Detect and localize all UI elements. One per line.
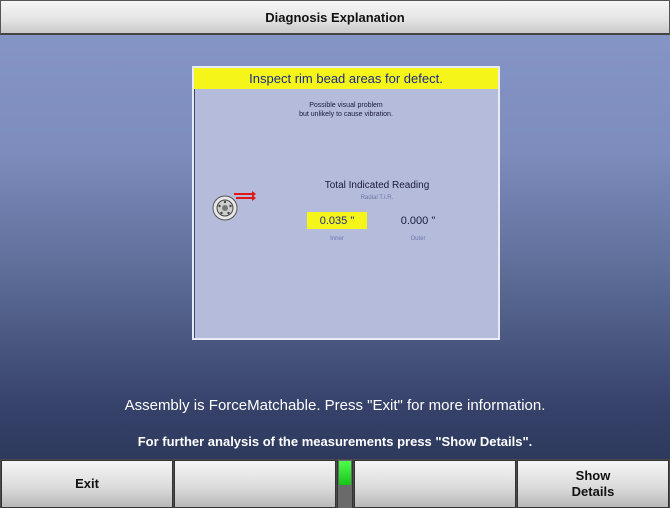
green-status-light-icon: [339, 461, 351, 485]
reading-title: Total Indicated Reading: [324, 180, 430, 191]
instruction-message: For further analysis of the measurements…: [137, 434, 533, 449]
inner-label: Inner: [330, 236, 344, 242]
outer-label: Outer: [410, 236, 426, 242]
subtext-line-2: but unlikely to cause vibration.: [299, 111, 393, 118]
diagnosis-subtext: Possible visual problem but unlikely to …: [194, 101, 498, 119]
softkey-3-button[interactable]: [354, 460, 516, 508]
diagnosis-panel: Inspect rim bead areas for defect. Possi…: [192, 66, 500, 340]
show-details-line-1: Show: [575, 468, 611, 483]
softkey-bar: Exit Show Details: [0, 459, 670, 508]
status-indicator: [337, 460, 353, 508]
inner-reading-value: 0.035 ": [307, 212, 367, 229]
show-details-line-2: Details: [571, 484, 615, 499]
subtext-line-1: Possible visual problem: [309, 102, 383, 109]
exit-button[interactable]: Exit: [1, 460, 173, 508]
window-title: Diagnosis Explanation: [0, 0, 670, 35]
diagnosis-heading: Inspect rim bead areas for defect.: [194, 68, 498, 89]
show-details-label: Show Details: [572, 468, 615, 500]
show-details-button[interactable]: Show Details: [517, 460, 669, 508]
wheel-rim-icon: [212, 191, 256, 221]
outer-reading-value: 0.000 ": [400, 214, 436, 227]
status-message: Assembly is ForceMatchable. Press "Exit"…: [124, 397, 546, 414]
softkey-2-button[interactable]: [174, 460, 336, 508]
exit-button-label: Exit: [75, 476, 99, 491]
reading-subtitle: Radial T.I.R.: [360, 195, 394, 201]
